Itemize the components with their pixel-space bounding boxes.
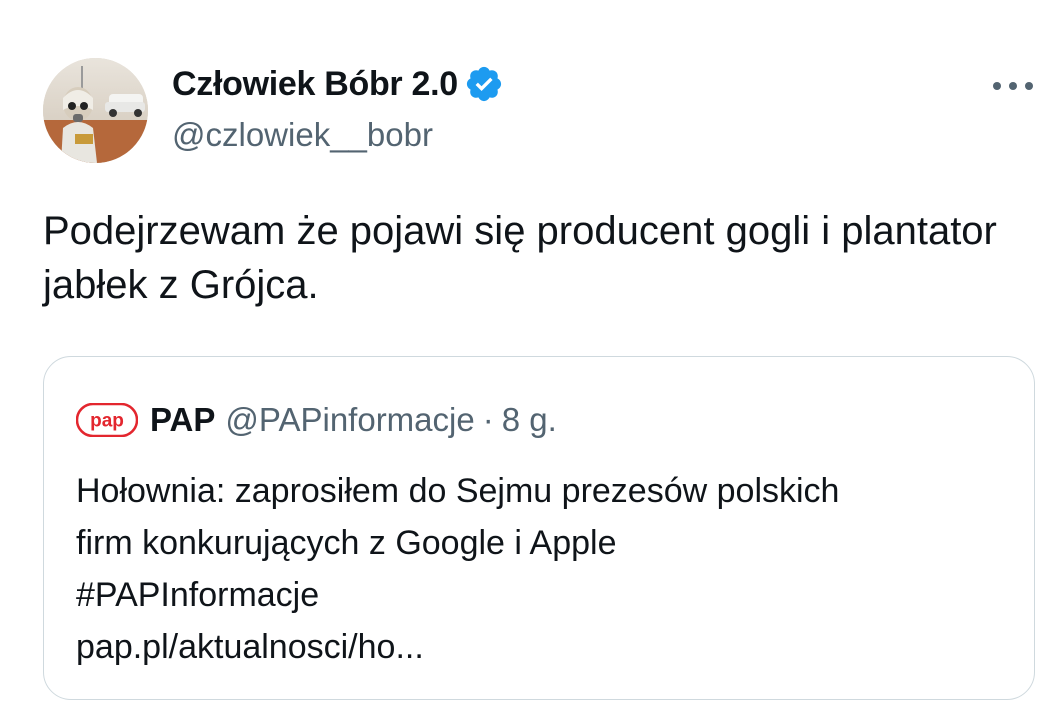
quoted-tweet-header: pap PAP @PAPinformacje · 8 g. [76, 401, 557, 439]
verified-badge-icon[interactable] [464, 64, 504, 104]
quoted-timestamp[interactable]: 8 g. [502, 401, 557, 439]
quoted-author-handle[interactable]: @PAPinformacje [225, 401, 474, 439]
more-options-button[interactable] [990, 68, 1036, 104]
svg-text:pap: pap [90, 411, 124, 432]
author-display-name-row[interactable]: Człowiek Bóbr 2.0 [172, 64, 504, 104]
quoted-text-line: Hołownia: zaprosiłem do Sejmu prezesów p… [76, 472, 840, 510]
author-handle[interactable]: @czlowiek__bobr [172, 116, 433, 154]
quoted-text-line: firm konkurujących z Google i Apple [76, 524, 617, 562]
quoted-author-name[interactable]: PAP [150, 401, 215, 439]
quoted-link[interactable]: pap.pl/aktualnosci/ho... [76, 621, 1006, 673]
author-display-name[interactable]: Człowiek Bóbr 2.0 [172, 65, 458, 104]
pap-logo-icon: pap [76, 403, 138, 437]
quoted-tweet-text: Hołownia: zaprosiłem do Sejmu prezesów p… [76, 465, 1006, 673]
avatar-image [43, 58, 148, 163]
more-options-icon [993, 82, 1033, 90]
quoted-tweet-card[interactable]: pap PAP @PAPinformacje · 8 g. Hołownia: … [43, 356, 1035, 700]
tweet-text: Podejrzewam że pojawi się producent gogl… [43, 209, 997, 307]
avatar[interactable] [43, 58, 148, 163]
quoted-hashtag[interactable]: #PAPInformacje [76, 569, 1006, 621]
quoted-separator: · [482, 401, 494, 438]
